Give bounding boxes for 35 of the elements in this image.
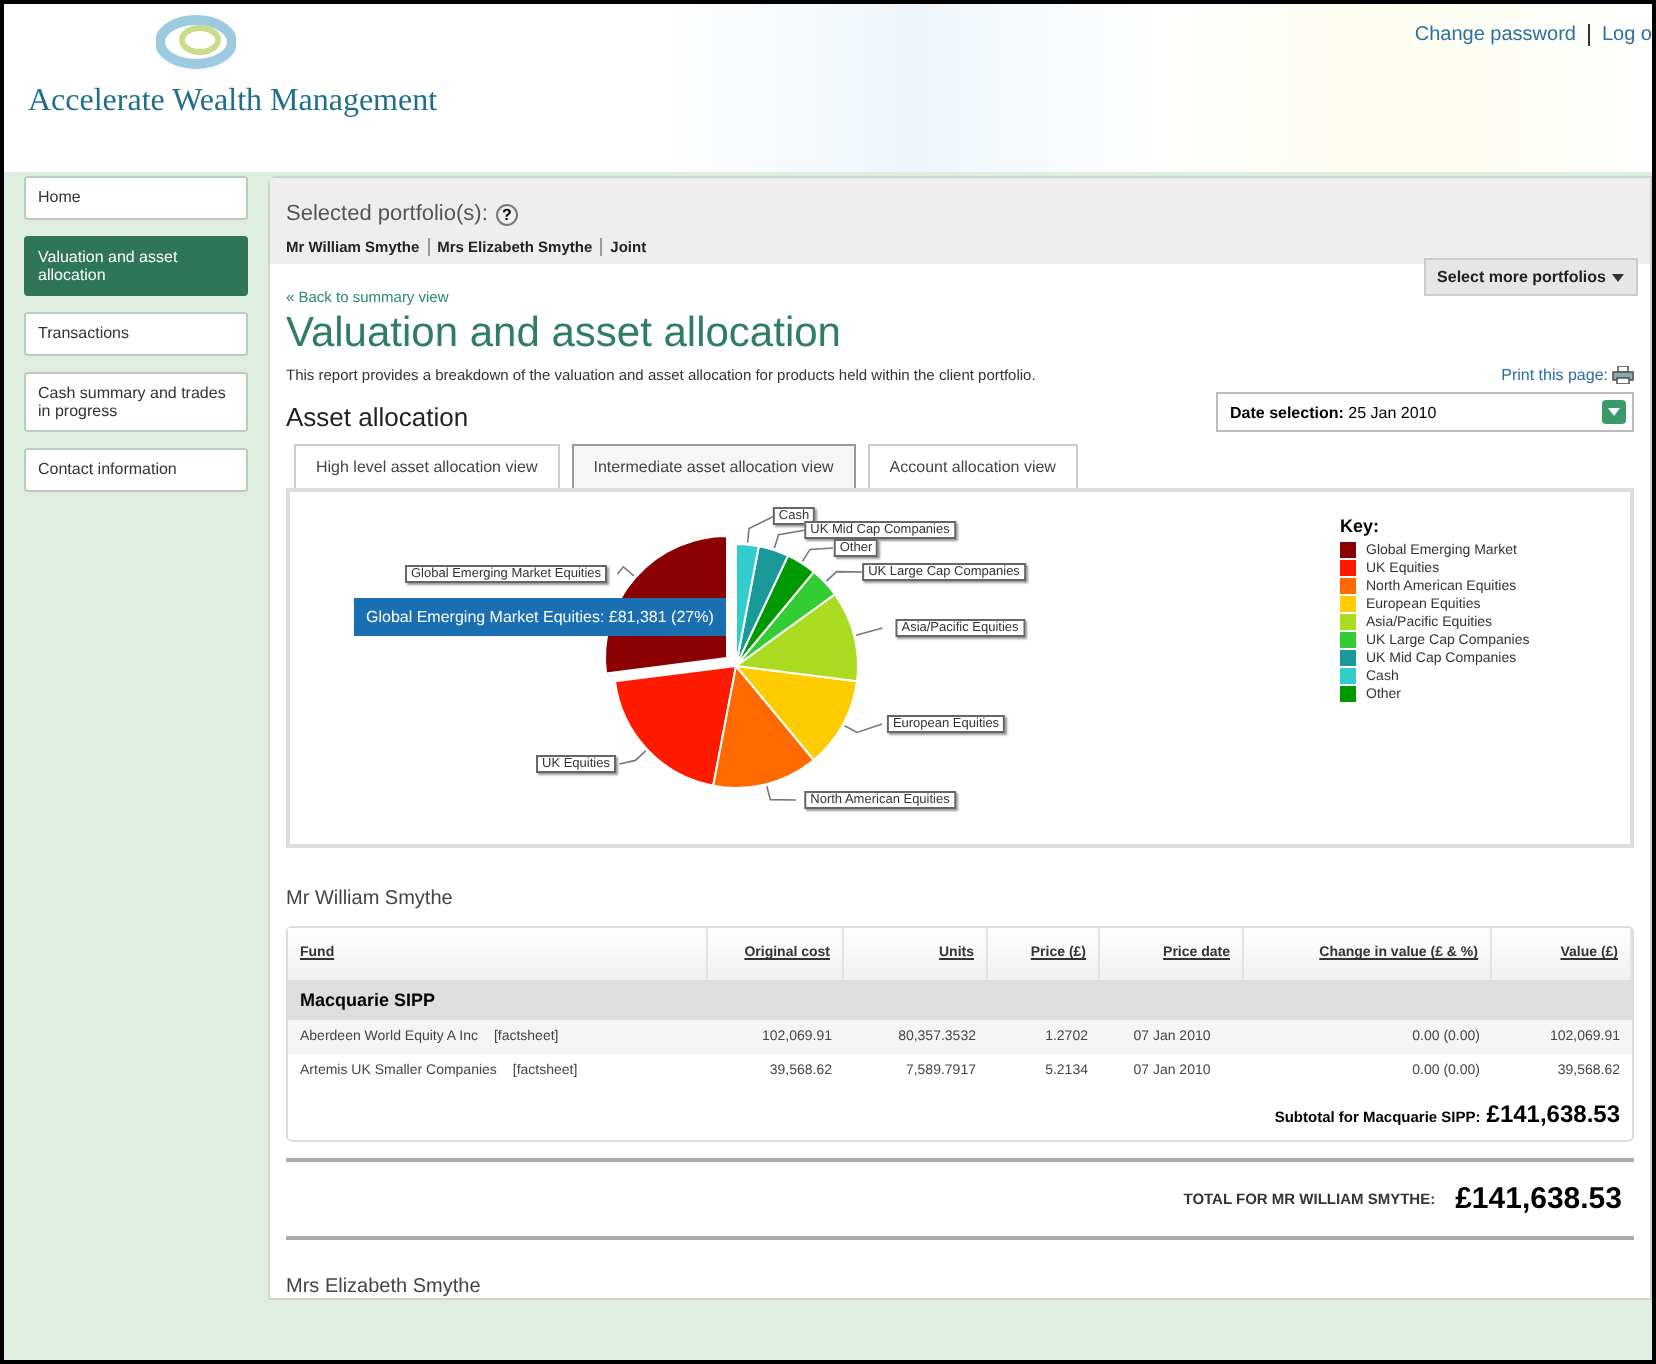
key-title: Key:	[1340, 516, 1382, 536]
leader-line	[618, 750, 647, 765]
tab[interactable]: Intermediate asset allocation view	[571, 444, 856, 488]
logo-icon	[156, 12, 236, 72]
date-select[interactable]: Date selection: 25 Jan 2010	[1216, 392, 1634, 432]
investor-name: Mrs Elizabeth Smythe	[286, 1276, 483, 1298]
sidebar-item[interactable]: Transactions	[24, 312, 248, 356]
leader-line	[843, 723, 883, 734]
tab[interactable]: High level asset allocation view	[294, 444, 560, 488]
caret-icon	[1608, 408, 1620, 416]
group-row: Macquarie SIPP	[288, 980, 1632, 1020]
leader-line	[616, 565, 635, 577]
investor-name: Mr William Smythe	[286, 888, 455, 910]
leader-line	[855, 627, 884, 636]
leader-line	[766, 785, 797, 801]
print-link[interactable]: Print this page:	[1501, 366, 1634, 384]
printer-icon	[1612, 366, 1634, 384]
select-portfolios-button[interactable]: Select more portfolios	[1423, 258, 1638, 296]
chart-tooltip: Global Emerging Market Equities: £81,381 (27%)	[354, 598, 726, 636]
tab[interactable]: Account allocation view	[867, 444, 1078, 488]
header-link[interactable]: Log o	[1601, 24, 1652, 46]
subtotal-value: £141,638.53	[1486, 1100, 1620, 1128]
leader-line	[825, 570, 864, 582]
help-badge[interactable]: ?	[495, 203, 518, 225]
page-title: Valuation and asset allocation	[286, 310, 843, 358]
sidebar-item[interactable]: Cash summary and trades in progress	[24, 372, 248, 432]
sidebar-item[interactable]: Contact information	[24, 448, 248, 492]
brand-name: Accelerate Wealth Management	[28, 84, 438, 120]
section-title: Asset allocation	[286, 402, 469, 432]
total-value: £141,638.53	[1455, 1182, 1622, 1216]
portfolio-label: Selected portfolio(s):	[286, 202, 488, 226]
header-link[interactable]: Change password	[1414, 24, 1576, 46]
sidebar-item[interactable]: Home	[24, 176, 248, 220]
caret-icon	[1612, 273, 1624, 281]
sidebar-item[interactable]: Valuation and asset allocation	[24, 236, 248, 296]
